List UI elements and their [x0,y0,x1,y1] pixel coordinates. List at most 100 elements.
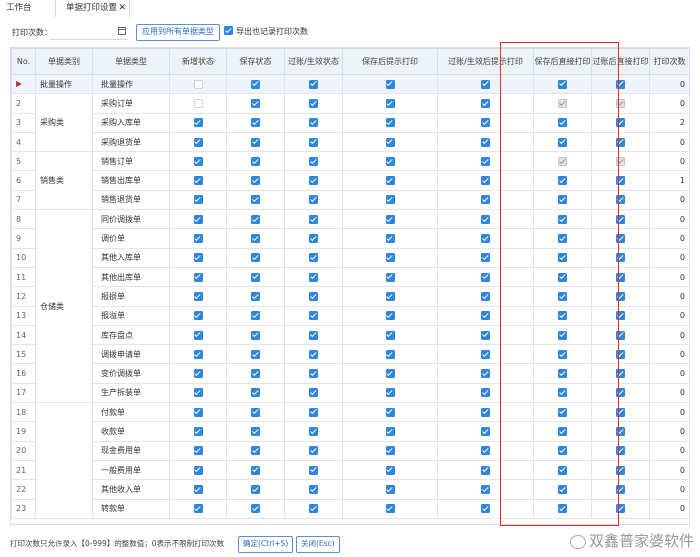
save-checkbox[interactable] [251,272,260,282]
table-row[interactable]: 13 报溢单 0 [11,305,689,326]
save-print-checkbox[interactable] [558,369,567,379]
save-print-checkbox[interactable] [558,118,567,128]
save-print-checkbox[interactable] [558,426,567,436]
table-row[interactable]: 7 销售退货单 0 [11,189,689,211]
save-print-checkbox[interactable] [558,465,567,475]
post-checkbox[interactable] [309,79,318,89]
save-checkbox[interactable] [251,137,260,147]
post-prompt-checkbox[interactable] [481,504,490,514]
add-checkbox[interactable] [193,79,203,89]
add-checkbox[interactable] [193,253,203,263]
post-print-checkbox[interactable] [616,272,625,282]
post-prompt-checkbox[interactable] [481,156,490,166]
add-checkbox[interactable] [193,330,203,340]
post-checkbox[interactable] [309,407,318,417]
save-print-checkbox[interactable] [558,291,567,301]
add-checkbox[interactable] [193,98,203,108]
save-checkbox[interactable] [251,426,260,436]
table-row[interactable]: 16 变价调拨单 0 [11,363,689,384]
post-prompt-checkbox[interactable] [481,118,490,128]
table-row[interactable]: 11 其他出库单 0 [11,266,689,288]
post-checkbox[interactable] [309,426,318,436]
post-print-checkbox[interactable] [616,369,625,379]
close-button[interactable]: 关闭(Esc) [296,536,340,553]
post-prompt-checkbox[interactable] [481,98,490,108]
save-checkbox[interactable] [251,369,260,379]
post-prompt-checkbox[interactable] [481,176,490,186]
add-checkbox[interactable] [193,234,203,244]
save-checkbox[interactable] [251,98,260,108]
post-prompt-checkbox[interactable] [481,253,490,263]
save-checkbox[interactable] [251,388,260,398]
save-print-checkbox[interactable] [558,137,567,147]
save-prompt-checkbox[interactable] [385,484,395,494]
post-checkbox[interactable] [309,195,318,205]
post-checkbox[interactable] [309,98,318,108]
post-checkbox[interactable] [309,272,318,282]
post-print-checkbox[interactable] [616,234,625,244]
table-row[interactable]: 18 付款单 0 [11,402,689,519]
post-prompt-checkbox[interactable] [481,426,490,436]
save-print-checkbox[interactable] [558,484,567,494]
save-prompt-checkbox[interactable] [385,137,395,147]
post-prompt-checkbox[interactable] [481,195,490,205]
post-print-checkbox[interactable] [616,214,625,224]
post-checkbox[interactable] [309,388,318,398]
post-checkbox[interactable] [309,311,318,321]
save-prompt-checkbox[interactable] [385,388,395,398]
post-prompt-checkbox[interactable] [481,465,490,475]
table-row[interactable]: 14 库存盘点 0 [11,324,689,346]
post-print-checkbox[interactable] [616,311,625,321]
add-checkbox[interactable] [193,504,203,514]
save-checkbox[interactable] [251,176,260,186]
post-checkbox[interactable] [309,156,318,166]
save-prompt-checkbox[interactable] [385,426,395,436]
save-print-checkbox[interactable] [558,214,567,224]
save-checkbox[interactable] [251,291,260,301]
post-print-checkbox[interactable] [616,349,625,359]
post-print-checkbox[interactable] [616,291,625,301]
save-checkbox[interactable] [251,156,260,166]
save-print-checkbox[interactable] [558,446,567,456]
post-prompt-checkbox[interactable] [481,311,490,321]
table-row[interactable]: 21 一般费用单 0 [11,459,689,481]
apply-to-all-button[interactable]: 应用到所有单据类型 [136,24,220,41]
post-checkbox[interactable] [309,484,318,494]
save-print-checkbox[interactable] [558,176,567,186]
table-row[interactable]: 3 采购入库单 2 [11,112,689,133]
print-count-input[interactable] [50,25,128,40]
save-prompt-checkbox[interactable] [385,349,395,359]
add-checkbox[interactable] [193,176,203,186]
post-prompt-checkbox[interactable] [481,330,490,340]
save-prompt-checkbox[interactable] [385,291,395,301]
save-prompt-checkbox[interactable] [385,311,395,321]
save-print-checkbox[interactable] [558,79,567,89]
table-row[interactable]: 5 销售类 销售订单 0 [11,151,689,211]
post-print-checkbox[interactable] [616,446,625,456]
save-print-checkbox[interactable] [558,253,567,263]
post-prompt-checkbox[interactable] [481,388,490,398]
post-checkbox[interactable] [309,176,318,186]
save-print-checkbox[interactable] [558,349,567,359]
table-row[interactable]: 23 转款单 0 [11,498,689,519]
post-checkbox[interactable] [309,234,318,244]
post-print-checkbox[interactable] [616,330,625,340]
save-prompt-checkbox[interactable] [385,330,395,340]
post-checkbox[interactable] [309,118,318,128]
add-checkbox[interactable] [193,137,203,147]
post-checkbox[interactable] [309,330,318,340]
save-print-checkbox[interactable] [558,407,567,417]
post-prompt-checkbox[interactable] [481,349,490,359]
save-checkbox[interactable] [251,195,260,205]
post-print-checkbox[interactable] [616,388,625,398]
post-print-checkbox[interactable] [616,176,625,186]
save-checkbox[interactable] [251,504,260,514]
post-prompt-checkbox[interactable] [481,446,490,456]
save-checkbox[interactable] [251,234,260,244]
post-checkbox[interactable] [309,446,318,456]
post-print-checkbox[interactable] [616,426,625,436]
table-row[interactable]: 19 收款单 0 [11,421,689,442]
post-print-checkbox[interactable] [616,118,625,128]
post-print-checkbox[interactable] [616,504,625,514]
add-checkbox[interactable] [193,407,203,417]
